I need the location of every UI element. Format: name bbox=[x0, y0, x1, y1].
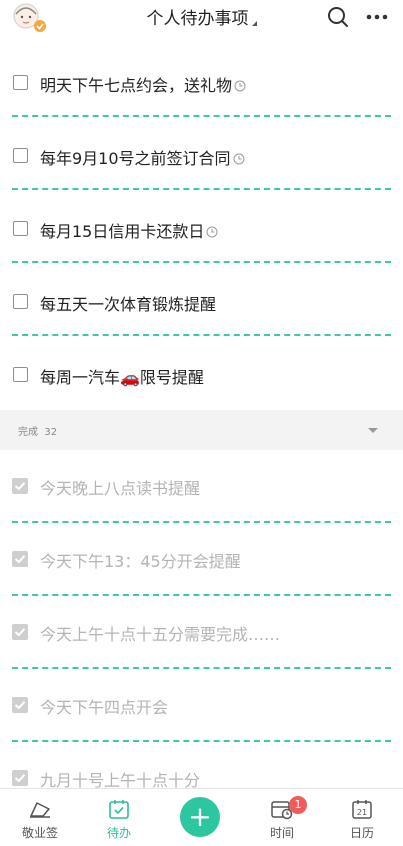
todo-checkbox[interactable] bbox=[13, 148, 28, 163]
checked-checkbox[interactable] bbox=[12, 697, 28, 713]
todo-checkbox[interactable] bbox=[13, 75, 28, 90]
todo-text: 每年9月10号之前签订合同 bbox=[40, 145, 245, 169]
todo-checkbox[interactable] bbox=[13, 294, 28, 309]
todo-checkbox[interactable] bbox=[13, 221, 28, 236]
caret-icon bbox=[251, 21, 257, 26]
plus-icon: + bbox=[188, 800, 212, 833]
completed-item[interactable]: 今天下午四点开会 bbox=[0, 669, 403, 742]
todo-list: 明天下午七点约会，送礼物 每年9月10号之前签订合同 每月15日信用卡还款日 每… bbox=[0, 44, 403, 409]
completed-item[interactable]: 今天晚上八点读书提醒 bbox=[0, 450, 403, 523]
bottom-nav: 敬业签 待办 + 时间 21 日历 bbox=[0, 788, 403, 846]
nav-label: 敬业签 bbox=[21, 826, 58, 840]
completed-section-header[interactable]: 完成 32 bbox=[0, 410, 403, 450]
nav-label: 待办 bbox=[106, 826, 131, 840]
todo-item[interactable]: 明天下午七点约会，送礼物 bbox=[0, 44, 403, 117]
more-dots-icon bbox=[366, 14, 388, 20]
todo-label: 每周一汽车🚗限号提醒 bbox=[40, 368, 204, 387]
page-title-text: 个人待办事项 bbox=[146, 9, 249, 29]
nav-label: 时间 bbox=[269, 826, 294, 840]
search-button[interactable] bbox=[326, 5, 350, 29]
notification-badge: 1 bbox=[289, 796, 307, 814]
nav-label: 日历 bbox=[349, 826, 374, 840]
nav-item-calendar[interactable]: 21 日历 bbox=[322, 789, 402, 846]
todo-label: 每年9月10号之前签订合同 bbox=[40, 149, 231, 168]
completed-text: 今天下午四点开会 bbox=[40, 698, 169, 717]
top-bar: 个人待办事项 bbox=[0, 0, 403, 40]
todo-label: 每五天一次体育锻炼提醒 bbox=[40, 295, 217, 314]
calendar-icon: 21 bbox=[351, 798, 373, 824]
more-button[interactable] bbox=[364, 5, 390, 29]
completed-item[interactable]: 今天下午13：45分开会提醒 bbox=[0, 523, 403, 596]
completed-label: 完成 32 bbox=[18, 423, 57, 438]
completed-count: 32 bbox=[44, 427, 58, 438]
todo-label: 明天下午七点约会，送礼物 bbox=[40, 76, 233, 95]
todo-item[interactable]: 每五天一次体育锻炼提醒 bbox=[0, 263, 403, 336]
completed-list: 今天晚上八点读书提醒 今天下午13：45分开会提醒 今天上午十点十五分需要完成…… bbox=[0, 450, 403, 815]
calendar-day: 21 bbox=[357, 808, 367, 817]
nav-item-time[interactable]: 时间 bbox=[242, 789, 322, 846]
completed-text: 今天上午十点十五分需要完成…… bbox=[40, 625, 281, 644]
todo-checkbox[interactable] bbox=[13, 367, 28, 382]
todo-item[interactable]: 每年9月10号之前签订合同 bbox=[0, 117, 403, 190]
todo-label: 每月15日信用卡还款日 bbox=[40, 222, 205, 241]
checked-checkbox[interactable] bbox=[12, 624, 28, 640]
todo-text: 每五天一次体育锻炼提醒 bbox=[40, 291, 216, 315]
todo-text: 明天下午七点约会，送礼物 bbox=[40, 72, 246, 96]
completed-item[interactable]: 今天上午十点十五分需要完成…… bbox=[0, 596, 403, 669]
todo-calendar-icon bbox=[108, 798, 130, 824]
todo-text: 每周一汽车🚗限号提醒 bbox=[40, 364, 204, 388]
completed-text: 今天下午13：45分开会提醒 bbox=[40, 552, 241, 571]
todo-item[interactable]: 每月15日信用卡还款日 bbox=[0, 190, 403, 263]
checked-checkbox[interactable] bbox=[12, 551, 28, 567]
checked-checkbox[interactable] bbox=[12, 770, 28, 786]
clock-icon bbox=[206, 223, 218, 242]
clock-icon bbox=[234, 77, 246, 96]
add-button[interactable]: + bbox=[180, 797, 220, 837]
todo-text: 每月15日信用卡还款日 bbox=[40, 218, 218, 242]
checked-checkbox[interactable] bbox=[12, 478, 28, 494]
nav-item-todo[interactable]: 待办 bbox=[79, 789, 159, 846]
clock-icon bbox=[233, 150, 245, 169]
todo-item[interactable]: 每周一汽车🚗限号提醒 bbox=[0, 336, 403, 409]
chevron-down-icon[interactable] bbox=[368, 428, 378, 433]
note-icon bbox=[28, 798, 52, 824]
search-icon bbox=[328, 7, 348, 27]
completed-title: 完成 bbox=[18, 427, 38, 438]
nav-item-jingyeqian[interactable]: 敬业签 bbox=[0, 789, 80, 846]
completed-text: 今天晚上八点读书提醒 bbox=[40, 479, 201, 498]
